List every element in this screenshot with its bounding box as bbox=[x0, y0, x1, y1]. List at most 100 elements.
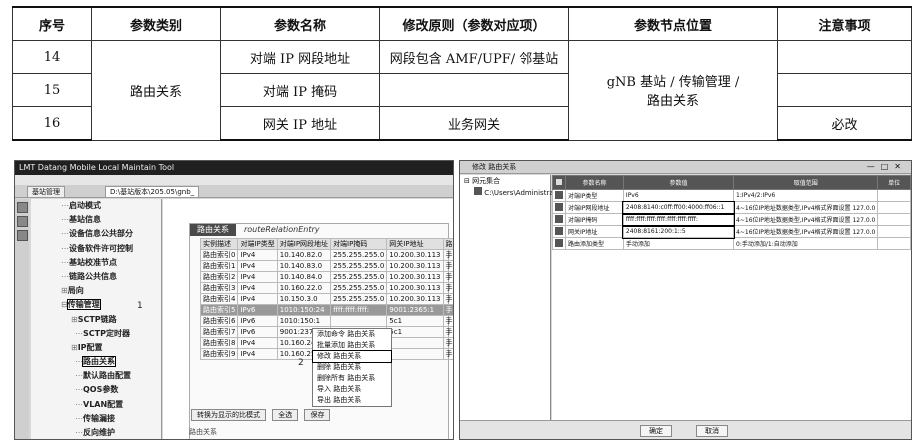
panel-buttons: 转换为显示的比模式 全选 保存 bbox=[191, 409, 334, 421]
tree-item[interactable]: ⋯QOS参数 bbox=[31, 383, 161, 397]
row-no: 15 bbox=[12, 73, 92, 107]
table-row[interactable]: 路由索引3 IPv4 10.160.22.0 255.255.255.0 10.200.… bbox=[199, 282, 453, 294]
param-header: 参数名称 参数值 取值范围 单位 bbox=[552, 175, 911, 190]
col-header[interactable]: 路由添加类型 bbox=[442, 238, 453, 250]
tree-item[interactable]: ⋯VLAN配置 bbox=[31, 398, 161, 412]
tree-item[interactable]: ⋯SCTP定时器 bbox=[31, 327, 161, 341]
row-param-name: 对端 IP 网段地址 bbox=[220, 40, 380, 74]
table-row[interactable]: 路由索引0 IPv4 10.140.82.0 255.255.255.0 10.200.… bbox=[199, 249, 453, 261]
param-row[interactable]: 路由添加类型 手动添加 0:手动添加/1:自动添加 bbox=[552, 237, 911, 250]
table-row[interactable]: 路由索引1 IPv4 10.140.83.0 255.255.255.0 10.200.… bbox=[199, 260, 453, 272]
menu-item-export[interactable]: 导出 路由关系 bbox=[313, 395, 391, 406]
header-location: 参数节点位置 bbox=[568, 6, 778, 41]
location-line1: gNB 基站 / 传输管理 / bbox=[606, 75, 740, 91]
tree-item[interactable]: ⊞局向 bbox=[31, 284, 161, 298]
tree-item[interactable]: ⋯设备信息公共部分 bbox=[31, 227, 161, 241]
tree-item[interactable]: ⊞SCTP链路 bbox=[31, 313, 161, 327]
location-line2: 路由关系 bbox=[646, 94, 699, 110]
param-value[interactable]: IPv6 bbox=[622, 189, 735, 202]
col-param-name: 参数名称 bbox=[565, 175, 624, 190]
param-value[interactable]: 手动添加 bbox=[622, 237, 735, 250]
tree-item[interactable]: ⋯传输漏接 bbox=[31, 412, 161, 426]
param-value[interactable]: 2408:8161:200:1::5 bbox=[622, 224, 735, 239]
row-checkbox[interactable] bbox=[552, 237, 566, 250]
close-icon[interactable]: ✕ bbox=[894, 162, 907, 171]
tree-item[interactable]: ⊞IP配置 bbox=[31, 341, 161, 355]
param-row[interactable]: 对端IP掩码 ffff:ffff:ffff:ffff:ffff:ffff:ffff… bbox=[552, 212, 911, 227]
menu-item-import[interactable]: 导入 路由关系 bbox=[313, 384, 391, 395]
col-header[interactable]: 对端IP掩码 bbox=[330, 238, 388, 250]
tree-item[interactable]: ⋯基站信息 bbox=[31, 213, 161, 227]
col-range: 取值范围 bbox=[733, 175, 879, 190]
tree-child[interactable]: C:\Users\Administrat bbox=[460, 187, 556, 199]
modify-dialog-screenshot: 修改 路由关系 —□✕ ⊟ 网元集合 C:\Users\Administrat … bbox=[459, 160, 912, 440]
maximize-icon[interactable]: □ bbox=[881, 162, 895, 171]
menu-item-add[interactable]: 添加命令 路由关系 bbox=[313, 329, 391, 340]
ne-tree: ⊟ 网元集合 C:\Users\Administrat bbox=[460, 175, 556, 421]
step-marker-2: 2 bbox=[298, 358, 304, 368]
tool-icon[interactable] bbox=[16, 202, 28, 213]
row-rule: 业务网关 bbox=[379, 106, 569, 141]
param-row[interactable]: 网关IP地址 2408:8161:200:1::5 4~16位IP地址数据类型,IP… bbox=[552, 224, 911, 239]
spec-header-row: 序号 参数类别 参数名称 修改原则（参数对应项） 参数节点位置 注意事项 bbox=[12, 6, 912, 41]
param-row[interactable]: 对端IP类型 IPv6 1:IPv4/2:IPv6 bbox=[552, 189, 911, 202]
row-checkbox[interactable] bbox=[552, 225, 566, 238]
menu-item-batch-add[interactable]: 批量添加 路由关系 bbox=[313, 340, 391, 351]
row-rule: 网段包含 AMF/UPF/ 邻基站 bbox=[379, 40, 569, 74]
dialog-footer: 确定 取消 bbox=[460, 420, 911, 439]
row-checkbox[interactable] bbox=[552, 201, 566, 214]
work-area: 路由关系 routeRelationEntry 实例描述 对端IP类型 对端IP… bbox=[163, 199, 453, 439]
row-no: 16 bbox=[12, 106, 92, 141]
table-row[interactable]: 路由索引2 IPv4 10.140.84.0 255.255.255.0 10.200.… bbox=[199, 271, 453, 283]
select-all-checkbox[interactable] bbox=[552, 175, 566, 190]
tree-item[interactable]: ⋯基站校准节点 bbox=[31, 256, 161, 270]
header-name: 参数名称 bbox=[220, 6, 380, 41]
tree-item[interactable]: ⋯链路公共信息 bbox=[31, 270, 161, 284]
param-row[interactable]: 对端IP网段地址 2408:8140:c0ff:ff00:4000:ff06::1… bbox=[552, 200, 911, 215]
panel-header: 路由关系 routeRelationEntry bbox=[190, 224, 448, 236]
table-row[interactable]: 路由索引4 IPv4 10.150.3.0 255.255.255.0 10.200.3… bbox=[199, 293, 453, 305]
col-param-value: 参数值 bbox=[622, 175, 735, 190]
lmt-screenshot: LMT Datang Mobile Local Maintain Tool 基站… bbox=[14, 160, 454, 440]
cancel-button[interactable]: 取消 bbox=[696, 425, 728, 437]
col-header[interactable]: 网关IP地址 bbox=[386, 238, 444, 250]
header-rule: 修改原则（参数对应项） bbox=[379, 6, 569, 41]
tool-icon[interactable] bbox=[16, 230, 28, 241]
table-row[interactable]: 路由索引6IPv61010:150:15c1手动添加 bbox=[199, 315, 453, 327]
minimize-icon[interactable]: — bbox=[867, 162, 881, 171]
tree-item[interactable]: ⋯默认路由配置 bbox=[31, 369, 161, 383]
header-category: 参数类别 bbox=[91, 6, 221, 41]
param-value[interactable]: ffff:ffff:ffff:ffff:ffff:ffff:ffff: bbox=[622, 212, 735, 227]
row-checkbox[interactable] bbox=[552, 213, 566, 226]
tree-item-route-relation[interactable]: ⋯路由关系 bbox=[31, 355, 161, 369]
tab-config-file[interactable]: D:\基站版本\205.05\gnb_ bbox=[105, 186, 200, 198]
menu-item-delete-all[interactable]: 删除所有 路由关系 bbox=[313, 373, 391, 384]
menu-item-modify[interactable]: 修改 路由关系 bbox=[312, 350, 392, 363]
tree-item[interactable]: ⋯反向维护 bbox=[31, 426, 161, 439]
row-param-name: 网关 IP 地址 bbox=[220, 106, 380, 141]
window-controls: —□✕ bbox=[867, 161, 907, 173]
param-value[interactable]: 2408:8140:c0ff:ff00:4000:ff06::1 bbox=[622, 200, 735, 215]
tree-item[interactable]: ⋯设备软件许可控制 bbox=[31, 242, 161, 256]
tab-base-station-mgmt[interactable]: 基站管理 bbox=[27, 186, 65, 198]
step-marker-1: 1 bbox=[137, 301, 143, 311]
row-note bbox=[777, 73, 912, 107]
checkbox[interactable] bbox=[474, 187, 482, 195]
row-param-name: 对端 IP 掩码 bbox=[220, 73, 380, 107]
col-header[interactable]: 对端IP类型 bbox=[237, 238, 278, 250]
category-cell: 路由关系 bbox=[91, 40, 221, 141]
row-checkbox[interactable] bbox=[552, 189, 566, 202]
table-row-selected[interactable]: 路由索引5 IPv6 1010:150:24 ffff:ffff:ffff: 9001:… bbox=[199, 304, 453, 316]
col-header[interactable]: 实例描述 bbox=[199, 238, 239, 250]
tool-icon[interactable] bbox=[16, 216, 28, 227]
tree-root[interactable]: ⊟ 网元集合 bbox=[460, 175, 550, 187]
tree-item[interactable]: ⋯启动模式 bbox=[31, 199, 161, 213]
select-all-button[interactable]: 全选 bbox=[272, 409, 299, 421]
save-button[interactable]: 保存 bbox=[304, 409, 331, 421]
parameter-spec-table: 序号 参数类别 参数名称 修改原则（参数对应项） 参数节点位置 注意事项 14 … bbox=[12, 6, 912, 141]
panel-label: 路由关系 bbox=[190, 224, 236, 236]
ok-button[interactable]: 确定 bbox=[640, 425, 672, 437]
col-header[interactable]: 对端IP网段地址 bbox=[276, 238, 332, 250]
toggle-mode-button[interactable]: 转换为显示的比模式 bbox=[191, 409, 266, 421]
menu-item-delete[interactable]: 删除 路由关系 bbox=[313, 362, 391, 373]
